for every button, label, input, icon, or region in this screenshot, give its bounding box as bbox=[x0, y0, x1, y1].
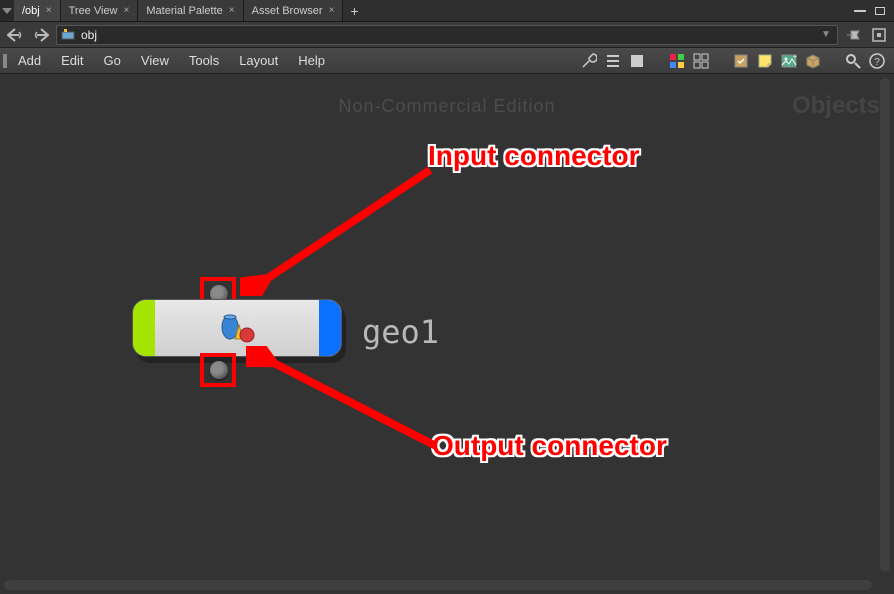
add-tab-button[interactable]: + bbox=[343, 0, 365, 21]
svg-text:+: + bbox=[793, 54, 797, 61]
grid-icon[interactable] bbox=[692, 52, 710, 70]
tab-strip: /obj × Tree View × Material Palette × As… bbox=[0, 0, 894, 22]
menu-help[interactable]: Help bbox=[288, 53, 335, 68]
tab-asset-browser[interactable]: Asset Browser × bbox=[244, 0, 344, 21]
panel-icon[interactable] bbox=[628, 52, 646, 70]
vertical-scrollbar[interactable] bbox=[880, 78, 890, 572]
capture-button[interactable] bbox=[868, 25, 890, 45]
minimize-pane-button[interactable] bbox=[852, 5, 868, 17]
annotation-arrow-input bbox=[240, 166, 440, 296]
context-watermark: Objects bbox=[792, 92, 880, 120]
close-icon[interactable]: × bbox=[124, 5, 130, 16]
node-geo1[interactable]: geo1 bbox=[132, 299, 342, 357]
tab-treeview[interactable]: Tree View × bbox=[61, 0, 139, 21]
pin-button[interactable] bbox=[842, 25, 864, 45]
scrollbar-thumb[interactable] bbox=[880, 78, 890, 572]
image-icon[interactable]: + bbox=[780, 52, 798, 70]
menu-go[interactable]: Go bbox=[94, 53, 131, 68]
node-label[interactable]: geo1 bbox=[362, 313, 439, 351]
pane-menu-button[interactable] bbox=[0, 0, 14, 21]
menu-bar: Add Edit Go View Tools Layout Help + ? bbox=[0, 48, 894, 74]
node-icon bbox=[155, 300, 319, 356]
chevron-down-icon[interactable]: ▼ bbox=[819, 29, 833, 40]
node-body[interactable] bbox=[132, 299, 342, 357]
menu-edit[interactable]: Edit bbox=[51, 53, 93, 68]
menu-layout[interactable]: Layout bbox=[229, 53, 288, 68]
annotation-label-input: Input connector bbox=[428, 140, 640, 172]
box-icon[interactable] bbox=[804, 52, 822, 70]
palette-icon[interactable] bbox=[668, 52, 686, 70]
close-icon[interactable]: × bbox=[329, 5, 335, 16]
annotation-arrow-output bbox=[246, 346, 446, 456]
menu-tools[interactable]: Tools bbox=[179, 53, 229, 68]
node-output-connector[interactable] bbox=[210, 361, 228, 379]
maximize-pane-button[interactable] bbox=[872, 5, 888, 17]
edition-watermark: Non-Commercial Edition bbox=[338, 96, 555, 117]
horizontal-scrollbar[interactable] bbox=[4, 580, 872, 590]
close-icon[interactable]: × bbox=[46, 5, 52, 16]
path-field[interactable]: obj ▼ bbox=[56, 25, 838, 45]
network-icon bbox=[61, 28, 75, 42]
scrollbar-thumb[interactable] bbox=[4, 580, 872, 590]
list-icon[interactable] bbox=[604, 52, 622, 70]
search-icon[interactable] bbox=[844, 52, 862, 70]
toolbar-right: + ? bbox=[580, 52, 894, 70]
annotation-label-output: Output connector bbox=[432, 430, 667, 462]
task-icon[interactable] bbox=[732, 52, 750, 70]
tab-material-palette[interactable]: Material Palette × bbox=[138, 0, 243, 21]
node-display-flag[interactable] bbox=[133, 300, 155, 356]
app-root: /obj × Tree View × Material Palette × As… bbox=[0, 0, 894, 594]
wrench-icon[interactable] bbox=[580, 52, 598, 70]
tab-label: Material Palette bbox=[146, 5, 222, 17]
sticky-note-icon[interactable] bbox=[756, 52, 774, 70]
drag-handle-icon[interactable] bbox=[0, 48, 8, 73]
tab-label: Asset Browser bbox=[252, 5, 323, 17]
svg-text:?: ? bbox=[874, 57, 880, 68]
tab-obj[interactable]: /obj × bbox=[14, 0, 61, 21]
path-bar: obj ▼ bbox=[0, 22, 894, 48]
help-icon[interactable]: ? bbox=[868, 52, 886, 70]
tab-label: Tree View bbox=[69, 5, 118, 17]
nav-forward-button[interactable] bbox=[30, 25, 52, 45]
close-icon[interactable]: × bbox=[229, 5, 235, 16]
menu-view[interactable]: View bbox=[131, 53, 179, 68]
network-canvas[interactable]: Non-Commercial Edition Objects bbox=[0, 74, 894, 594]
nav-back-button[interactable] bbox=[4, 25, 26, 45]
node-select-flag[interactable] bbox=[319, 300, 341, 356]
path-text: obj bbox=[81, 28, 813, 42]
tab-label: /obj bbox=[22, 5, 40, 17]
menu-add[interactable]: Add bbox=[8, 53, 51, 68]
